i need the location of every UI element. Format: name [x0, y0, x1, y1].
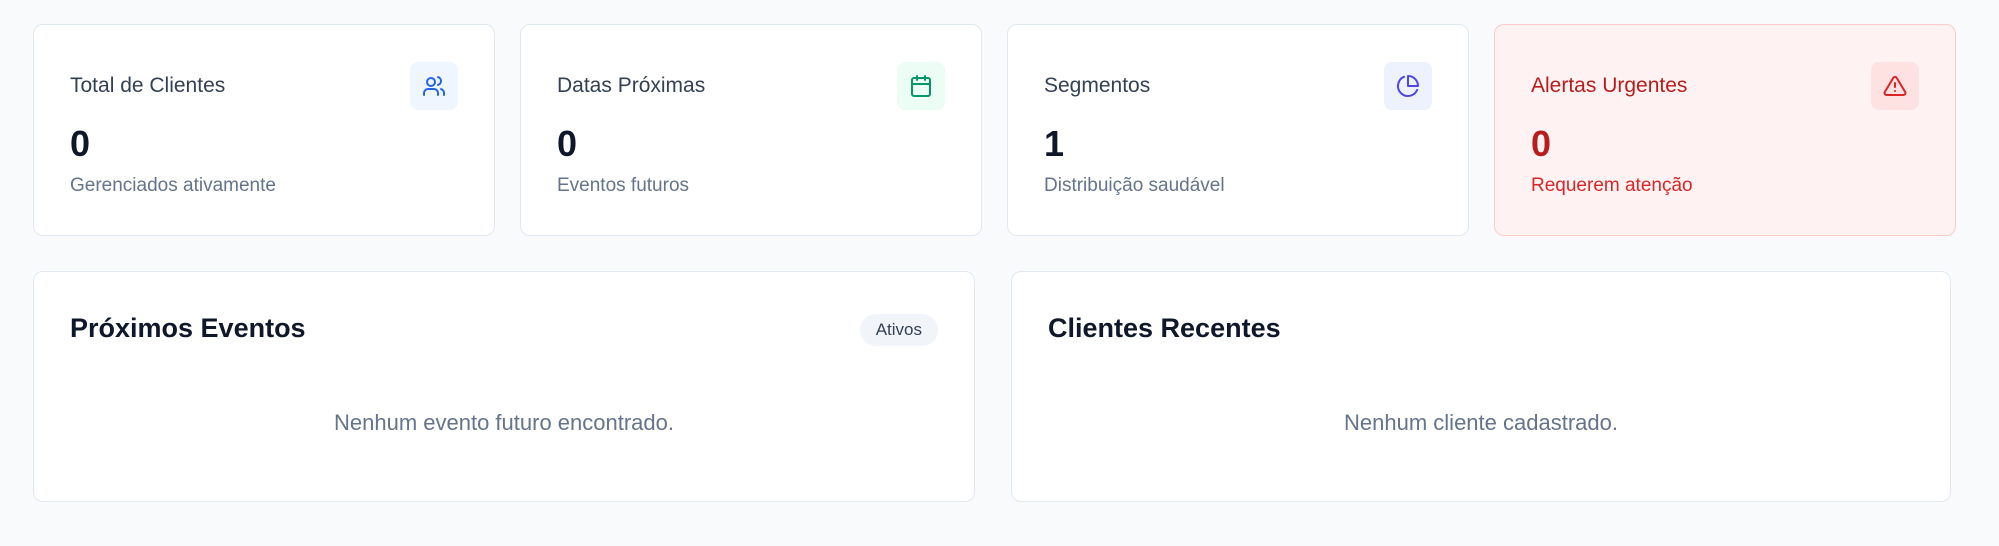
stat-value: 1 [1044, 123, 1065, 164]
empty-state-message: Nenhum evento futuro encontrado. [333, 410, 674, 435]
stat-value: 0 [1531, 123, 1552, 164]
stat-subtitle: Requerem atenção [1531, 175, 1693, 196]
recent-clients-panel: Clientes Recentes Nenhum cliente cadastr… [1011, 271, 1951, 502]
calendar-icon [897, 62, 945, 110]
dashboard: Total de Clientes 0 Gerenciados ativamen… [0, 0, 1999, 546]
stat-card-segments: Segmentos 1 Distribuição saudável [1007, 24, 1469, 236]
empty-state-message: Nenhum cliente cadastrado. [1344, 410, 1618, 435]
stat-value: 0 [70, 123, 91, 164]
stat-title: Alertas Urgentes [1531, 74, 1688, 97]
stat-value: 0 [557, 123, 578, 164]
users-icon [410, 62, 458, 110]
alert-triangle-icon [1871, 62, 1919, 110]
stat-subtitle: Eventos futuros [557, 175, 690, 196]
stat-subtitle: Gerenciados ativamente [70, 175, 276, 196]
upcoming-events-panel: Próximos Eventos Ativos Nenhum evento fu… [33, 271, 975, 502]
stat-card-total-clients: Total de Clientes 0 Gerenciados ativamen… [33, 24, 495, 236]
status-badge: Ativos [859, 314, 938, 346]
stat-title: Total de Clientes [70, 74, 226, 97]
panels-row: Próximos Eventos Ativos Nenhum evento fu… [33, 271, 1951, 502]
panel-title: Clientes Recentes [1048, 313, 1281, 343]
stats-row: Total de Clientes 0 Gerenciados ativamen… [33, 24, 1956, 236]
pie-chart-icon [1384, 62, 1432, 110]
stat-subtitle: Distribuição saudável [1044, 175, 1225, 196]
stat-card-urgent-alerts: Alertas Urgentes 0 Requerem atenção [1494, 24, 1956, 236]
stat-title: Segmentos [1044, 74, 1151, 97]
panel-title: Próximos Eventos [70, 313, 306, 343]
stat-title: Datas Próximas [557, 74, 706, 97]
stat-card-upcoming-dates: Datas Próximas 0 Eventos futuros [520, 24, 982, 236]
